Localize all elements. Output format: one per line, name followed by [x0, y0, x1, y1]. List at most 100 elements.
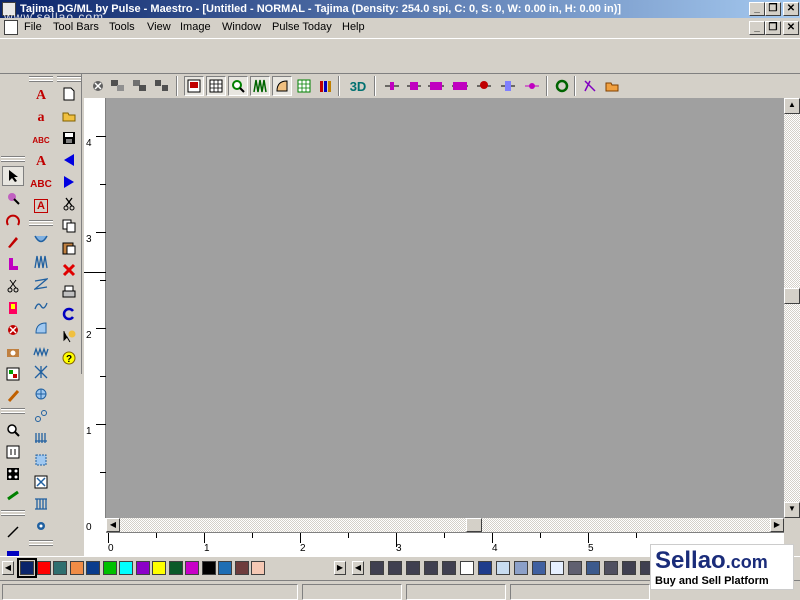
palette-scroll-left-button[interactable]: ◀ [2, 561, 14, 575]
palette2-swatch[interactable] [586, 561, 600, 575]
settings-gear-icon[interactable] [30, 516, 52, 536]
palette2-swatch[interactable] [460, 561, 474, 575]
palette-swatch[interactable] [102, 561, 117, 575]
toolbar-grip[interactable] [29, 76, 53, 82]
palette2-swatch[interactable] [370, 561, 384, 575]
lettering-box-icon[interactable]: A [34, 199, 48, 213]
palette-swatch[interactable] [36, 561, 51, 575]
stitch-back-10-icon[interactable] [404, 76, 424, 96]
palette-swatch[interactable] [69, 561, 84, 575]
back-arrow-icon[interactable] [58, 150, 80, 170]
stitch-color-icon[interactable] [474, 76, 494, 96]
menu-image[interactable]: Image [180, 21, 211, 33]
align-icon[interactable] [108, 76, 128, 96]
scissors-icon[interactable] [58, 194, 80, 214]
palette-swatch[interactable] [185, 561, 199, 575]
background-icon[interactable] [184, 76, 204, 96]
delete-color-icon[interactable] [2, 320, 24, 340]
horizontal-scrollbar[interactable]: ◀ ▶ [106, 518, 784, 532]
palette2-swatch[interactable] [532, 561, 546, 575]
delete-icon[interactable] [58, 260, 80, 280]
menu-window[interactable]: Window [222, 21, 261, 33]
cut-icon[interactable] [2, 276, 24, 296]
zoom-fit-icon[interactable] [2, 464, 24, 484]
palette2-swatch[interactable] [622, 561, 636, 575]
pen-icon[interactable] [2, 232, 24, 252]
lettering-script-icon[interactable]: A [30, 152, 52, 172]
vertical-scrollbar[interactable]: ▲ ▼ [784, 98, 800, 518]
toolbar-grip[interactable] [29, 540, 53, 546]
select-arrow-icon[interactable] [2, 166, 24, 186]
palette2-swatch[interactable] [424, 561, 438, 575]
palette2-swatch[interactable] [514, 561, 528, 575]
3d-view-icon[interactable]: 3D [348, 76, 368, 96]
stitch-stop-icon[interactable] [498, 76, 518, 96]
lettering-block-icon[interactable]: ABC [30, 174, 52, 194]
context-help-icon[interactable] [58, 326, 80, 346]
edge-icon[interactable] [30, 340, 52, 360]
open-icon[interactable] [58, 106, 80, 126]
group-icon[interactable] [130, 76, 150, 96]
scroll-down-button[interactable]: ▼ [784, 502, 800, 518]
document-icon[interactable] [4, 20, 18, 35]
palette2-swatch[interactable] [496, 561, 510, 575]
rotate-icon[interactable] [2, 210, 24, 230]
menu-tool-bars[interactable]: Tool Bars [53, 21, 99, 33]
column-icon[interactable] [30, 494, 52, 514]
check-icon[interactable] [2, 486, 24, 506]
palette-swatch[interactable] [152, 561, 166, 575]
chain-icon[interactable] [30, 406, 52, 426]
palette2-swatch[interactable] [388, 561, 402, 575]
toolbar-grip[interactable] [57, 76, 81, 82]
stitch-back-100-icon[interactable] [426, 76, 446, 96]
refresh-icon[interactable] [552, 76, 572, 96]
save-icon[interactable] [58, 128, 80, 148]
ungroup-icon[interactable] [152, 76, 172, 96]
grid-view-icon[interactable] [206, 76, 226, 96]
close-button[interactable]: ✕ [783, 2, 799, 16]
lettering-small-icon[interactable]: a [30, 108, 52, 128]
palette2-swatch[interactable] [478, 561, 492, 575]
palette-swatch[interactable] [53, 561, 67, 575]
doc-restore-button[interactable]: ❐ [765, 21, 781, 35]
scroll-left-button[interactable]: ◀ [106, 518, 120, 532]
zigzag-icon[interactable] [30, 274, 52, 294]
cross-stitch-icon[interactable] [30, 362, 52, 382]
menu-file[interactable]: File [24, 21, 42, 33]
palette2-swatch[interactable] [568, 561, 582, 575]
lettering-icon[interactable]: A [30, 86, 52, 106]
scroll-up-button[interactable]: ▲ [784, 98, 800, 114]
line-icon[interactable] [2, 522, 24, 542]
menu-tools[interactable]: Tools [109, 21, 135, 33]
satin-icon[interactable] [30, 252, 52, 272]
stitch-back-1-icon[interactable] [382, 76, 402, 96]
doc-close-button[interactable]: ✕ [783, 21, 799, 35]
title-bar[interactable]: Tajima DG/ML by Pulse - Maestro - [Untit… [0, 0, 800, 24]
palette-swatch[interactable] [234, 561, 249, 575]
stop-icon[interactable] [88, 76, 108, 96]
restore-button[interactable]: ❐ [765, 2, 781, 16]
palette2-scroll-left-button[interactable]: ◀ [352, 561, 364, 575]
fill-icon[interactable] [30, 230, 52, 250]
spools-icon[interactable] [316, 76, 336, 96]
palette-swatch[interactable] [251, 561, 265, 575]
stitch-back-1000-icon[interactable] [450, 76, 470, 96]
lettering-arc-icon[interactable]: ABC [30, 130, 52, 150]
palette2-swatch[interactable] [406, 561, 420, 575]
grid-icon[interactable] [294, 76, 314, 96]
remove-icon[interactable] [30, 472, 52, 492]
complex-fill-icon[interactable] [30, 318, 52, 338]
color-icon[interactable] [2, 298, 24, 318]
palette-swatch[interactable] [201, 561, 216, 575]
new-file-icon[interactable] [58, 84, 80, 104]
forward-arrow-icon[interactable] [58, 172, 80, 192]
undo-icon[interactable] [58, 304, 80, 324]
toolbar-grip[interactable] [29, 220, 53, 226]
palette2-swatch[interactable] [604, 561, 618, 575]
wave-icon[interactable] [30, 296, 52, 316]
brush-icon[interactable] [2, 386, 24, 406]
palette-swatch[interactable] [17, 558, 37, 578]
palette-scroll-right-button[interactable]: ▶ [334, 561, 346, 575]
palette-swatch[interactable] [168, 561, 183, 575]
palette-swatch[interactable] [218, 561, 232, 575]
